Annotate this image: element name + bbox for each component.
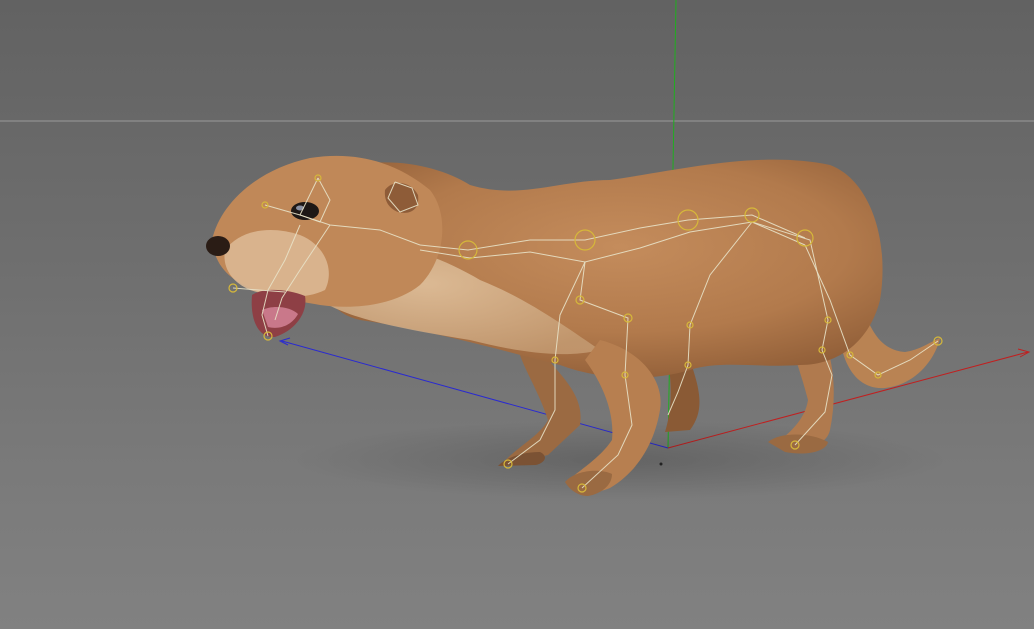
viewport-canvas[interactable] (0, 0, 1034, 629)
otter-nose (206, 236, 230, 256)
3d-viewport[interactable] (0, 0, 1034, 629)
world-origin-point (659, 462, 663, 466)
